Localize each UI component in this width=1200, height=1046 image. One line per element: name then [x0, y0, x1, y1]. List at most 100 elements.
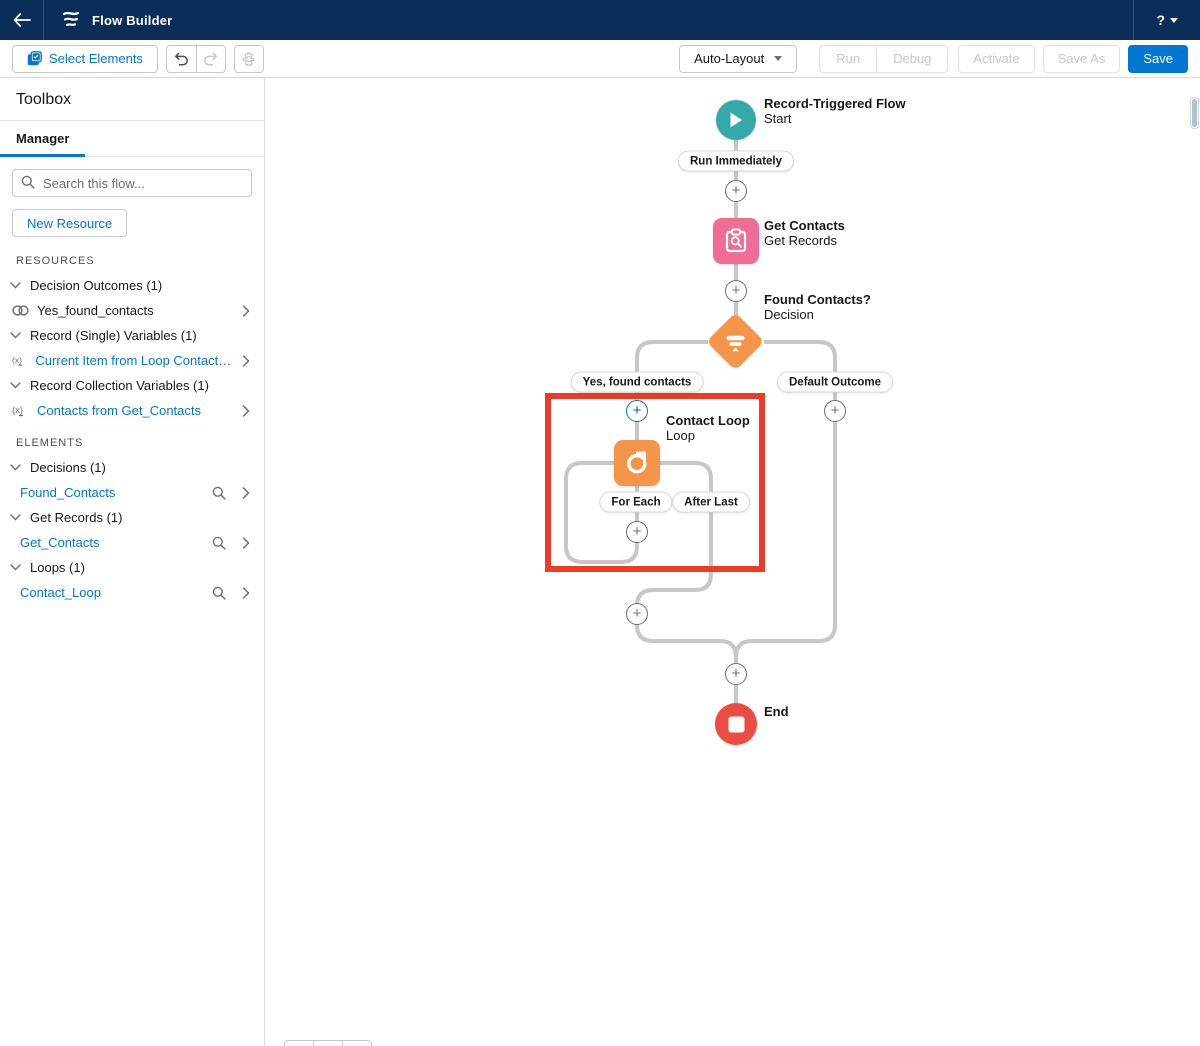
- resource-item[interactable]: (x) Current Item from Loop Contact_Loop: [0, 348, 264, 373]
- start-node[interactable]: [716, 100, 756, 140]
- chevron-down-icon: [10, 332, 21, 339]
- select-elements-button[interactable]: Select Elements: [12, 45, 158, 73]
- svg-text:(x): (x): [12, 355, 22, 365]
- contact-loop-node[interactable]: [614, 440, 660, 486]
- svg-text:(x): (x): [12, 405, 23, 416]
- chevron-right-icon[interactable]: [242, 305, 250, 317]
- chevron-down-icon: [10, 382, 21, 389]
- decision-node-label: Found Contacts?Decision: [764, 292, 871, 322]
- new-resource-button[interactable]: New Resource: [12, 209, 127, 237]
- zoom-in-button[interactable]: [342, 1040, 372, 1046]
- chevron-right-icon[interactable]: [242, 587, 250, 599]
- element-category[interactable]: Decisions (1): [0, 455, 264, 480]
- chevron-right-icon[interactable]: [242, 405, 250, 417]
- play-icon: [728, 111, 744, 129]
- resource-category[interactable]: Record Collection Variables (1): [0, 373, 264, 398]
- chevron-right-icon[interactable]: [242, 537, 250, 549]
- find-in-canvas-icon[interactable]: [212, 586, 226, 600]
- debug-button[interactable]: Debug: [876, 45, 948, 73]
- toolbox-panel: Toolbox Manager New Resource RESOURCES D…: [0, 78, 265, 1046]
- flow-toolbar: Select Elements Auto-Layout Run Debug Ac…: [0, 40, 1200, 78]
- elements-section-header: ELEMENTS: [0, 423, 264, 455]
- search-icon: [21, 175, 35, 194]
- flow-builder-logo-icon: [60, 10, 82, 30]
- add-element-connector[interactable]: +: [626, 521, 648, 543]
- add-element-connector[interactable]: +: [725, 663, 747, 685]
- chevron-down-icon: [10, 282, 21, 289]
- scrollbar-thumb[interactable]: [1192, 99, 1197, 127]
- activate-button[interactable]: Activate: [958, 45, 1034, 73]
- save-as-button[interactable]: Save As: [1043, 45, 1121, 73]
- save-button[interactable]: Save: [1128, 45, 1188, 73]
- tab-manager[interactable]: Manager: [0, 121, 85, 157]
- add-element-connector[interactable]: +: [725, 180, 747, 202]
- resources-section-header: RESOURCES: [0, 247, 264, 273]
- select-elements-icon: [27, 51, 42, 66]
- flow-settings-button[interactable]: [234, 45, 264, 73]
- zoom-out-button[interactable]: [284, 1040, 313, 1046]
- end-node-label: End: [764, 704, 789, 719]
- default-outcome-pill[interactable]: Default Outcome: [777, 372, 893, 393]
- flow-canvas[interactable]: Record-Triggered FlowStart Run Immediate…: [265, 78, 1200, 1046]
- select-elements-label: Select Elements: [49, 51, 143, 66]
- gear-icon: [242, 52, 256, 66]
- element-item[interactable]: Get_Contacts: [0, 530, 264, 555]
- outcome-icon: [12, 305, 29, 316]
- canvas-zoom-controls: [284, 1040, 372, 1046]
- element-item[interactable]: Found_Contacts: [0, 480, 264, 505]
- global-header: Flow Builder ?: [0, 0, 1200, 40]
- layout-mode-label: Auto-Layout: [694, 51, 764, 66]
- element-category[interactable]: Loops (1): [0, 555, 264, 580]
- chevron-right-icon[interactable]: [242, 355, 250, 367]
- help-icon: ?: [1156, 12, 1165, 28]
- variable-icon: (x): [12, 354, 27, 367]
- search-input[interactable]: [12, 169, 252, 197]
- layout-mode-dropdown[interactable]: Auto-Layout: [679, 45, 797, 73]
- stop-icon: [728, 716, 745, 733]
- variable-icon: (x): [12, 404, 29, 417]
- find-in-canvas-icon[interactable]: [212, 536, 226, 550]
- add-element-connector[interactable]: +: [725, 280, 747, 302]
- canvas-vertical-scrollbar[interactable]: [1190, 97, 1199, 129]
- chevron-down-icon: [774, 56, 782, 61]
- chevron-right-icon[interactable]: [242, 487, 250, 499]
- yes-outcome-pill[interactable]: Yes, found contacts: [571, 372, 704, 393]
- chevron-down-icon: [10, 464, 21, 471]
- resources-tree: Decision Outcomes (1) Yes_found_contacts…: [0, 273, 264, 423]
- toolbox-tabs: Manager: [0, 121, 264, 157]
- arrow-left-icon: [13, 13, 31, 27]
- for-each-pill[interactable]: For Each: [599, 492, 672, 513]
- get-contacts-node[interactable]: [713, 218, 759, 264]
- redo-button[interactable]: [196, 45, 226, 73]
- app-title: Flow Builder: [92, 13, 172, 28]
- resource-category[interactable]: Record (Single) Variables (1): [0, 323, 264, 348]
- zoom-fit-button[interactable]: [313, 1040, 342, 1046]
- find-in-canvas-icon[interactable]: [212, 486, 226, 500]
- element-item[interactable]: Contact_Loop: [0, 580, 264, 605]
- run-immediately-pill[interactable]: Run Immediately: [678, 151, 794, 172]
- add-element-connector[interactable]: +: [824, 400, 846, 422]
- end-node[interactable]: [715, 703, 757, 745]
- loop-icon: [624, 450, 650, 476]
- back-button[interactable]: [0, 0, 44, 40]
- contact-loop-node-label: Contact LoopLoop: [666, 413, 750, 443]
- elements-tree: Decisions (1) Found_Contacts Get Records…: [0, 455, 264, 605]
- resource-item[interactable]: (x) Contacts from Get_Contacts: [0, 398, 264, 423]
- undo-button[interactable]: [166, 45, 196, 73]
- after-last-pill[interactable]: After Last: [672, 492, 750, 513]
- add-element-connector[interactable]: +: [626, 603, 648, 625]
- get-contacts-node-label: Get ContactsGet Records: [764, 218, 845, 248]
- help-menu-button[interactable]: ?: [1134, 12, 1200, 28]
- start-node-label: Record-Triggered FlowStart: [764, 96, 906, 126]
- add-element-connector-highlighted[interactable]: +: [626, 400, 648, 422]
- chevron-down-icon: [1170, 18, 1178, 23]
- resource-item[interactable]: Yes_found_contacts: [0, 298, 264, 323]
- toolbox-title: Toolbox: [0, 78, 264, 120]
- undo-icon: [174, 52, 189, 66]
- run-button[interactable]: Run: [819, 45, 876, 73]
- element-category[interactable]: Get Records (1): [0, 505, 264, 530]
- resource-category[interactable]: Decision Outcomes (1): [0, 273, 264, 298]
- redo-icon: [203, 52, 218, 66]
- chevron-down-icon: [10, 514, 21, 521]
- get-records-icon: [724, 228, 748, 254]
